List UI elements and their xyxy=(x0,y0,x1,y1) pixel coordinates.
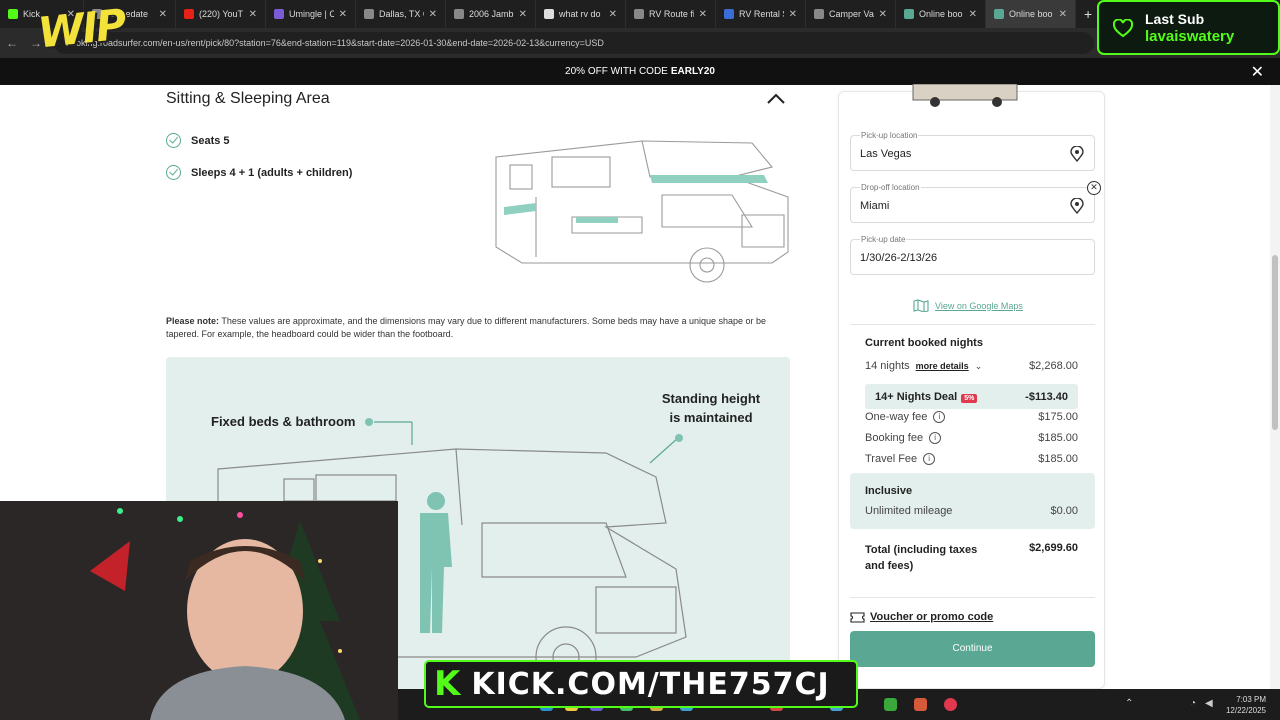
view-on-google-maps-link[interactable]: View on Google Maps xyxy=(913,299,1023,312)
nights-row: 14 nights more details ⌄ $2,268.00 xyxy=(865,360,1078,372)
browser-tab[interactable]: RV Route fi ✕ xyxy=(626,0,716,28)
close-tab-icon[interactable]: ✕ xyxy=(879,9,887,20)
back-icon[interactable]: ← xyxy=(0,36,24,50)
check-circle-icon xyxy=(166,133,181,148)
pickup-location-field[interactable]: Pick-up location Las Vegas xyxy=(850,131,1095,171)
browser-tab[interactable]: (220) YouT ✕ xyxy=(176,0,266,28)
continue-button[interactable]: Continue xyxy=(850,631,1095,667)
browser-tab[interactable]: Umingle | C ✕ xyxy=(266,0,356,28)
browser-tab[interactable]: Dallas, TX C✕ xyxy=(356,0,446,28)
system-clock[interactable]: 7:03 PM 12/22/2025 xyxy=(1226,694,1266,716)
close-tab-icon[interactable]: ✕ xyxy=(429,9,437,20)
dropoff-location-field[interactable]: Drop-off location Miami ✕ xyxy=(850,181,1101,223)
google-icon xyxy=(544,9,554,19)
tray-chevron-icon[interactable]: ⌃ xyxy=(1125,698,1133,709)
close-tab-icon[interactable]: ✕ xyxy=(249,9,257,20)
site-icon xyxy=(634,9,644,19)
site-icon xyxy=(814,9,824,19)
close-tab-icon[interactable]: ✕ xyxy=(609,9,617,20)
app-icon[interactable] xyxy=(914,698,927,711)
kick-icon xyxy=(8,9,18,19)
browser-tab[interactable]: 2006 Jamb ✕ xyxy=(446,0,536,28)
booking-summary-card: Pick-up location Las Vegas Drop-off loca… xyxy=(838,84,1105,689)
please-note: Please note: These values are approximat… xyxy=(166,316,767,339)
close-tab-icon[interactable]: ✕ xyxy=(519,9,527,20)
fee-row: Travel Fee i $185.00 xyxy=(865,453,1078,465)
ticket-icon xyxy=(850,611,865,623)
volume-icon[interactable]: ◀ xyxy=(1205,698,1213,709)
promo-banner: 20% OFF WITH CODE EARLY20 ✕ xyxy=(0,58,1280,85)
close-tab-icon[interactable]: ✕ xyxy=(1059,9,1067,20)
close-tab-icon[interactable]: ✕ xyxy=(789,9,797,20)
browser-tab[interactable]: what rv do ✕ xyxy=(536,0,626,28)
location-pin-icon xyxy=(1070,198,1084,214)
section-title: Sitting & Sleeping Area xyxy=(166,90,330,107)
close-tab-icon[interactable]: ✕ xyxy=(339,9,347,20)
pickup-date-field[interactable]: Pick-up date 1/30/26-2/13/26 xyxy=(850,235,1095,275)
total-row: Total (including taxes and fees) $2,699.… xyxy=(865,542,1078,572)
url-field[interactable]: booking.roadsurfer.com/en-us/rent/pick/8… xyxy=(54,32,1094,54)
browser-tab-bar: Kick ✕ (36) edate ✕ (220) YouT ✕ Umingle | … xyxy=(0,0,1280,28)
kick-url-overlay: K KICK.COM/THE757CJ xyxy=(424,660,858,708)
map-icon xyxy=(913,299,929,312)
divider xyxy=(850,324,1095,325)
opera-icon[interactable] xyxy=(944,698,957,711)
voucher-link[interactable]: Voucher or promo code xyxy=(850,611,993,623)
site-icon xyxy=(454,9,464,19)
last-sub-overlay: Last Sub lavaiswatery xyxy=(1097,0,1280,55)
close-tab-icon[interactable]: ✕ xyxy=(699,9,707,20)
more-details-link[interactable]: more details xyxy=(916,361,969,371)
site-icon xyxy=(724,9,734,19)
chevron-down-icon[interactable]: ⌄ xyxy=(975,361,983,372)
address-bar-row: ← → booking.roadsurfer.com/en-us/rent/pi… xyxy=(0,28,1280,58)
roadsurfer-icon xyxy=(904,9,914,19)
page-scrollbar[interactable] xyxy=(1270,85,1280,689)
screen: { "browser": { "tabs": [ {"title": "Kick… xyxy=(0,0,1280,720)
fee-row: Booking fee i $185.00 xyxy=(865,432,1078,444)
location-pin-icon xyxy=(1070,146,1084,162)
webcam-image xyxy=(0,501,398,720)
close-banner-icon[interactable]: ✕ xyxy=(1251,62,1264,82)
rv-thumbnail xyxy=(912,84,1018,107)
browser-tab[interactable]: Online boo ✕ xyxy=(896,0,986,28)
browser-tab[interactable]: RV Rental S ✕ xyxy=(716,0,806,28)
nights-deal-row: 14+ Nights Deal 5% -$113.40 xyxy=(865,384,1078,409)
fee-row: One-way fee i $175.00 xyxy=(865,411,1078,423)
feature-seats: Seats 5 xyxy=(166,133,230,148)
discount-badge: 5% xyxy=(961,393,978,403)
check-circle-icon xyxy=(166,165,181,180)
info-icon[interactable]: i xyxy=(929,432,942,444)
close-tab-icon[interactable]: ✕ xyxy=(969,9,977,20)
feature-sleeps: Sleeps 4 + 1 (adults + children) xyxy=(166,165,352,180)
rv-cutaway-illustration xyxy=(495,140,789,283)
heart-icon xyxy=(1113,19,1133,38)
divider xyxy=(850,597,1095,598)
chevron-up-icon[interactable] xyxy=(766,92,786,106)
clear-dropoff-icon[interactable]: ✕ xyxy=(1087,181,1101,195)
current-booked-nights-title: Current booked nights xyxy=(865,337,983,349)
xbox-icon[interactable] xyxy=(884,698,897,711)
info-icon[interactable]: i xyxy=(933,411,946,423)
umingle-icon xyxy=(274,9,284,19)
wip-logo: WIP xyxy=(35,0,128,58)
info-icon[interactable]: i xyxy=(923,453,936,465)
wifi-icon[interactable]: ◔ xyxy=(1190,698,1196,709)
inclusive-box: Inclusive Unlimited mileage $0.00 xyxy=(850,473,1095,529)
webcam-feed xyxy=(0,501,398,720)
browser-tab[interactable]: Camper Va ✕ xyxy=(806,0,896,28)
browser-tab-active[interactable]: Online boo ✕ xyxy=(986,0,1076,28)
site-icon xyxy=(364,9,374,19)
youtube-icon xyxy=(184,9,194,19)
scrollbar-thumb[interactable] xyxy=(1272,255,1278,430)
close-tab-icon[interactable]: ✕ xyxy=(159,9,167,20)
roadsurfer-icon xyxy=(994,9,1004,19)
